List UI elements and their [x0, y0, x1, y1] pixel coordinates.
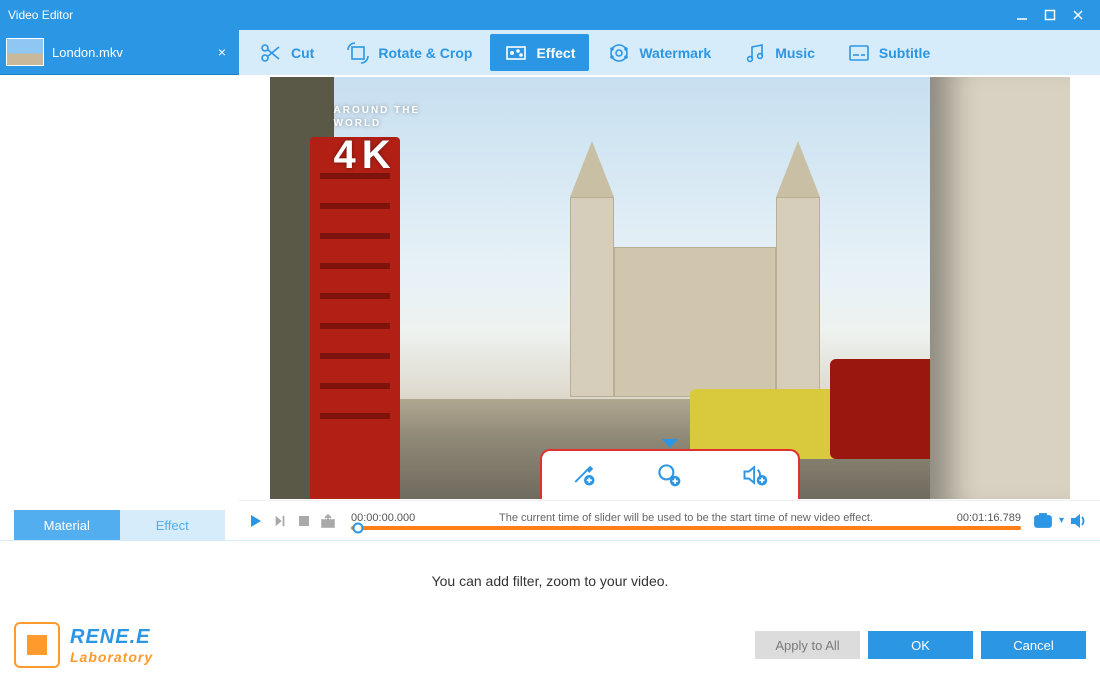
- title-bar: Video Editor: [0, 0, 1100, 30]
- subtitle-icon: [847, 41, 871, 65]
- cancel-button[interactable]: Cancel: [981, 631, 1086, 659]
- brand-line2: Laboratory: [70, 649, 153, 665]
- ok-button[interactable]: OK: [868, 631, 973, 659]
- preview-watermark: AROUND THE WORLD 4K: [334, 105, 421, 180]
- effect-sparkle-icon: [504, 41, 528, 65]
- export-frame-button[interactable]: [317, 510, 339, 532]
- plus-logo-icon: [14, 622, 60, 668]
- brand-logo: RENE.E Laboratory: [14, 622, 153, 668]
- time-current: 00:00:00.000: [351, 512, 415, 524]
- step-button[interactable]: [269, 510, 291, 532]
- watermark-stamp-icon: [607, 41, 631, 65]
- window-title: Video Editor: [8, 8, 1008, 22]
- sidebar-tabs: Material Effect: [14, 510, 225, 540]
- info-message: You can add filter, zoom to your video.: [0, 541, 1100, 620]
- tab-material[interactable]: Material: [14, 510, 120, 540]
- phonebox-graphic: [310, 137, 400, 499]
- file-tab[interactable]: London.mkv ×: [0, 30, 239, 75]
- effect-quickbar: [540, 449, 800, 499]
- maximize-button[interactable]: [1036, 5, 1064, 25]
- add-volume-button[interactable]: [740, 460, 770, 490]
- play-button[interactable]: [245, 510, 267, 532]
- tool-rotate-crop[interactable]: Rotate & Crop: [332, 34, 486, 71]
- time-total: 00:01:16.789: [957, 512, 1021, 524]
- timeline-slider[interactable]: [351, 526, 1021, 530]
- snapshot-chevron-icon[interactable]: ▾: [1059, 515, 1064, 526]
- tool-cut[interactable]: Cut: [245, 34, 328, 71]
- music-note-icon: [743, 41, 767, 65]
- tool-music[interactable]: Music: [729, 34, 829, 71]
- close-file-icon[interactable]: ×: [213, 44, 231, 60]
- apply-to-all-button[interactable]: Apply to All: [755, 631, 860, 659]
- sidebar-body: [0, 75, 239, 510]
- add-filter-button[interactable]: [569, 460, 599, 490]
- tool-watermark[interactable]: Watermark: [593, 34, 725, 71]
- tool-label: Rotate & Crop: [378, 45, 472, 61]
- tool-label: Subtitle: [879, 45, 930, 61]
- volume-button[interactable]: [1068, 510, 1090, 532]
- tool-label: Music: [775, 45, 815, 61]
- file-thumbnail: [6, 38, 44, 66]
- timeline-hint: The current time of slider will be used …: [415, 512, 957, 524]
- snapshot-button[interactable]: [1033, 510, 1055, 532]
- tool-label: Cut: [291, 45, 314, 61]
- sidebar: London.mkv × Material Effect: [0, 30, 239, 540]
- brand-line1: RENE.E: [70, 626, 153, 649]
- tab-effect[interactable]: Effect: [120, 510, 226, 540]
- tool-label: Effect: [536, 45, 575, 61]
- minimize-button[interactable]: [1008, 5, 1036, 25]
- close-window-button[interactable]: [1064, 5, 1092, 25]
- timeline-knob[interactable]: [352, 522, 363, 533]
- video-preview[interactable]: AROUND THE WORLD 4K: [270, 77, 1070, 499]
- stop-button[interactable]: [293, 510, 315, 532]
- scissors-icon: [259, 41, 283, 65]
- tool-subtitle[interactable]: Subtitle: [833, 34, 944, 71]
- main-toolbar: Cut Rotate & Crop Effect Watermark Music…: [239, 30, 1100, 75]
- add-zoom-button[interactable]: [654, 460, 684, 490]
- tool-effect[interactable]: Effect: [490, 34, 589, 71]
- file-name: London.mkv: [52, 45, 213, 60]
- playback-controls: 00:00:00.000 The current time of slider …: [239, 500, 1100, 540]
- tool-label: Watermark: [639, 45, 711, 61]
- crop-rotate-icon: [346, 41, 370, 65]
